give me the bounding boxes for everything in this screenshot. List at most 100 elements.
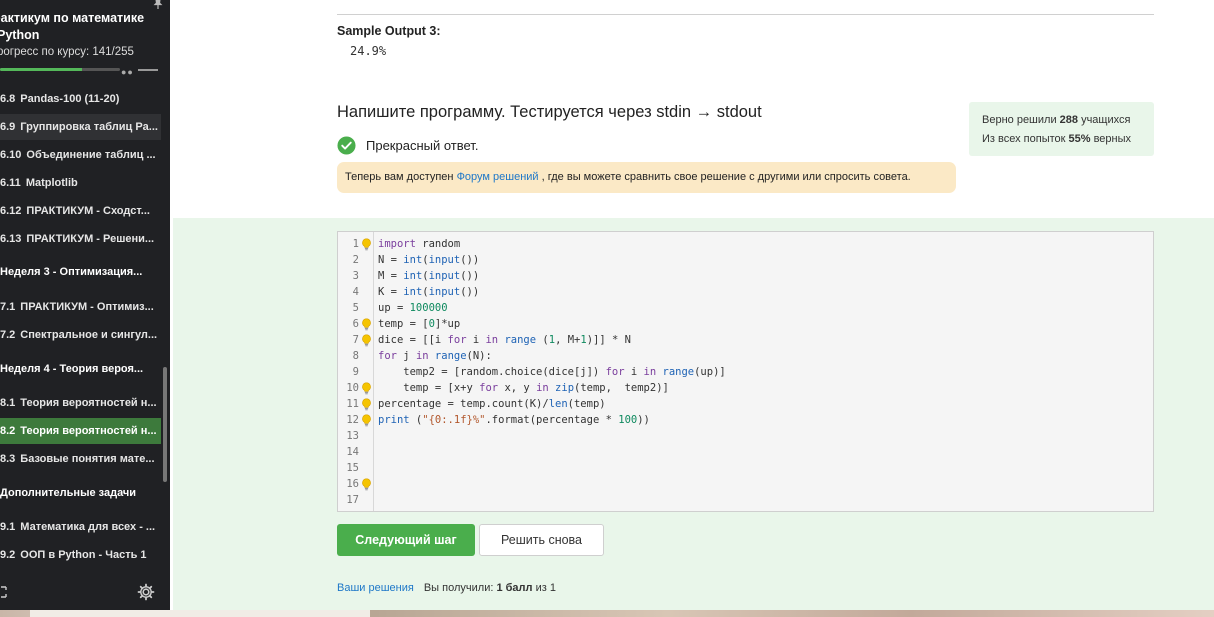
sidebar-lesson-item[interactable]: 7.2 Спектральное и сингул... [0,322,161,348]
sidebar-item-number: 7.1 [0,301,16,313]
sidebar-item-number: 6.11 [0,177,21,189]
your-solutions-link[interactable]: Ваши решения [337,582,414,594]
progress-track-end [138,69,158,71]
sidebar-item-number: 6.13 [0,233,22,245]
expand-icon[interactable] [0,584,12,600]
code-line[interactable]: 2 N = int(input()) [338,252,1153,268]
score-total: 1 [549,582,556,594]
code-line[interactable]: 15 [338,460,1153,476]
sidebar-item-number: 6.12 [0,205,22,217]
sidebar-section-header[interactable]: Неделя 4 - Теория вероя... [0,356,161,382]
sidebar-section-header[interactable]: Дополнительные задачи [0,480,161,506]
score-prefix: Вы получили: [423,582,497,594]
sidebar-lesson-item[interactable]: 7.1 ПРАКТИКУМ - Оптимиз... [0,294,161,320]
success-rate-suffix: верных [1090,133,1132,145]
course-progress-fill [0,68,82,71]
sidebar-item-label: Теория вероятностей н... [20,425,157,437]
sidebar-lesson-item[interactable]: 8.1 Теория вероятностей н... [0,390,161,416]
sidebar-lesson-item[interactable]: 9.2 ООП в Python - Часть 1 [0,542,161,568]
code-line[interactable]: 7 dice = [[i for i in range (1, M+1)]] * … [338,332,1153,348]
sidebar-item-label: ПРАКТИКУМ - Оптимиз... [20,301,154,313]
sidebar-item-number: 9.2 [0,549,16,561]
gear-icon[interactable] [137,583,155,601]
line-number: 4 [352,286,359,298]
sidebar-lesson-item[interactable]: 8.3 Базовые понятия мате... [0,446,161,472]
lightbulb-icon[interactable] [361,478,372,491]
sidebar-item-label: Неделя 3 - Оптимизация... [0,266,143,278]
solved-count-value: 288 [1059,114,1079,126]
code-line[interactable]: 17 [338,492,1153,508]
sidebar-lesson-item[interactable]: 6.10 Объединение таблиц ... [0,142,161,168]
code-text: print ("{0:.1f}%".format(percentage * 10… [378,414,650,426]
sidebar-item-label: ПРАКТИКУМ - Сходст... [26,205,150,217]
sidebar-item-label: Базовые понятия мате... [20,453,155,465]
sidebar-lesson-item[interactable]: 6.12 ПРАКТИКУМ - Сходст... [0,198,161,224]
line-number: 5 [352,302,359,314]
code-text: percentage = temp.count(K)/len(temp) [378,398,606,410]
lightbulb-icon[interactable] [361,382,372,395]
lightbulb-icon[interactable] [361,334,372,347]
sidebar-section-header[interactable]: Неделя 3 - Оптимизация... [0,259,161,285]
code-line[interactable]: 11 percentage = temp.count(K)/len(temp) [338,396,1153,412]
divider [337,14,1154,15]
solve-again-button[interactable]: Решить снова [479,524,604,556]
sidebar-item-label: Matplotlib [25,177,78,189]
correct-answer-row: Прекрасный ответ. [337,135,478,155]
sidebar-item-label: Теория вероятностей н... [20,397,157,409]
course-progress-bar [0,68,120,71]
sidebar-item-number: 8.3 [0,453,16,465]
success-rate-line: Из всех попыток 55% верных [982,130,1154,149]
sidebar-item-number: 9.1 [0,521,16,533]
code-line[interactable]: 14 [338,444,1153,460]
code-line[interactable]: 4 K = int(input()) [338,284,1153,300]
sidebar-scrollbar[interactable] [163,367,167,482]
line-number: 13 [346,430,359,442]
solve-stats: Верно решили 288 учащихся Из всех попыто… [969,102,1154,156]
code-text: dice = [[i for i in range (1, M+1)]] * N [378,334,631,346]
forum-notice: Теперь вам доступен Форум решений , где … [337,162,956,193]
sidebar-lesson-item[interactable]: 8.2 Теория вероятностей н... [0,418,161,444]
lightbulb-icon[interactable] [361,318,372,331]
line-number: 6 [352,318,359,330]
sidebar-item-number: 7.2 [0,329,16,341]
code-line[interactable]: 3 M = int(input()) [338,268,1153,284]
code-line[interactable]: 5 up = 100000 [338,300,1153,316]
step-content: Sample Output 3: 24.9% Напишите программ… [170,0,1214,617]
forum-link[interactable]: Форум решений [457,171,539,183]
code-text: temp = [0]*up [378,318,461,330]
lightbulb-icon[interactable] [361,238,372,251]
code-line[interactable]: 8 for j in range(N): [338,348,1153,364]
pin-icon[interactable] [152,0,164,10]
sidebar-item-label: Дополнительные задачи [0,487,137,499]
sample-output-value: 24.9% [350,44,387,58]
forum-notice-text-before: Теперь вам доступен [345,171,457,183]
sidebar-lesson-item[interactable]: 6.8 Pandas-100 (11-20) [0,86,161,112]
code-line[interactable]: 13 [338,428,1153,444]
sidebar-lesson-item[interactable]: 6.11 Matplotlib [0,170,161,196]
code-line[interactable]: 12 print ("{0:.1f}%".format(percentage * … [338,412,1153,428]
code-line[interactable]: 9 temp2 = [random.choice(dice[j]) for i … [338,364,1153,380]
sidebar-lesson-item[interactable]: 9.1 Математика для всех - ... [0,514,161,540]
sample-output-label: Sample Output 3: [337,24,441,38]
line-number: 12 [346,414,359,426]
code-line[interactable]: 10 temp = [x+y for x, y in zip(temp, tem… [338,380,1153,396]
code-line[interactable]: 1 import random [338,236,1153,252]
sidebar-item-number: 8.1 [0,397,16,409]
lightbulb-icon[interactable] [361,398,372,411]
code-line[interactable]: 6 temp = [0]*up [338,316,1153,332]
line-number: 8 [352,350,359,362]
code-editor[interactable]: 1 import random 2 N = int(input()) 3 M = in… [337,231,1154,512]
sidebar-lesson-item[interactable]: 6.9 Группировка таблиц Pa... [0,114,161,140]
code-text: temp2 = [random.choice(dice[j]) for i in… [378,366,726,378]
course-title-line1: рактикум по математике [0,11,145,25]
sidebar-lesson-item[interactable]: 6.13 ПРАКТИКУМ - Решени... [0,226,161,252]
next-step-button[interactable]: Следующий шаг [337,524,475,556]
lightbulb-icon[interactable] [361,414,372,427]
sidebar-item-label: ООП в Python - Часть 1 [20,549,147,561]
course-title[interactable]: рактикум по математике Python [0,10,160,44]
result-footer: Ваши решения Вы получили: 1 балл из 1 [337,582,556,594]
code-line[interactable]: 16 [338,476,1153,492]
line-number: 11 [346,398,359,410]
code-text: for j in range(N): [378,350,492,362]
sidebar-item-number: 6.9 [0,121,16,133]
